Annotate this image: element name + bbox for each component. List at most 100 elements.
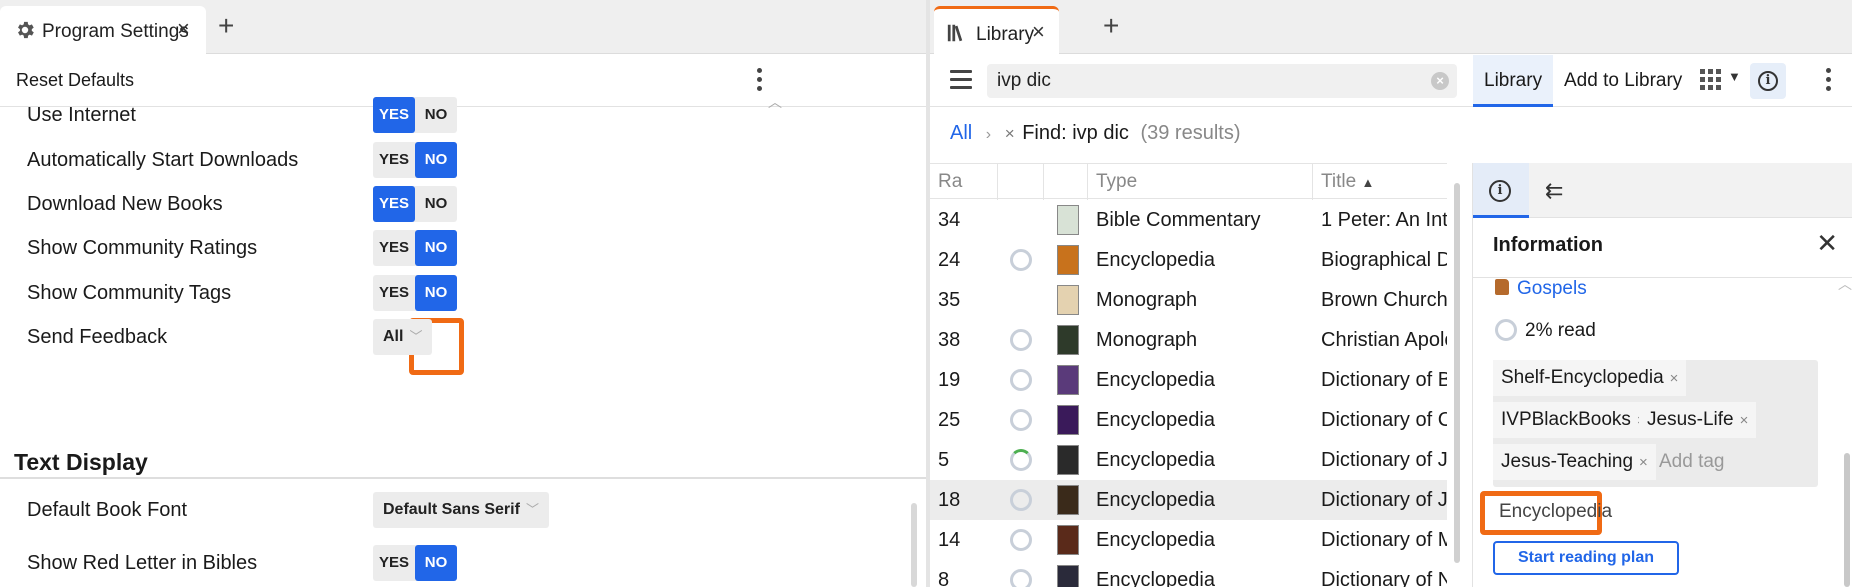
rank-cell: 5 (938, 449, 950, 471)
book-cover-thumbnail (1057, 365, 1079, 395)
setting-label: Send Feedback (27, 326, 168, 348)
yes-option[interactable]: YES (373, 186, 415, 222)
tab-title: Program Settings (42, 21, 189, 42)
close-tab-icon[interactable]: × (1032, 21, 1045, 43)
table-scrollbar[interactable] (1454, 183, 1460, 563)
grid-view-icon[interactable] (1700, 69, 1722, 91)
start-reading-plan-button[interactable]: Start reading plan (1493, 541, 1679, 575)
read-progress-ring-icon (1010, 489, 1032, 511)
yes-option[interactable]: YES (373, 275, 415, 311)
yes-option[interactable]: YES (373, 97, 415, 133)
remove-tag-icon[interactable]: × (1639, 454, 1648, 471)
table-row[interactable]: 35 Monograph Brown Church (930, 280, 1447, 320)
section-title: Text Display (14, 449, 148, 475)
table-row[interactable]: 5 Encyclopedia Dictionary of Je (930, 440, 1447, 480)
table-row[interactable]: 19 Encyclopedia Dictionary of Bi (930, 360, 1447, 400)
yes-no-toggle[interactable]: YES NO (373, 275, 457, 311)
search-box[interactable]: × (987, 64, 1457, 98)
yes-option[interactable]: YES (373, 545, 415, 581)
info-pane-scrollbar[interactable] (1844, 453, 1850, 587)
book-icon (1495, 279, 1509, 295)
tag-chip[interactable]: Jesus-Teaching × (1493, 444, 1656, 480)
tab-library[interactable]: Library × (934, 6, 1059, 54)
send-feedback-select[interactable]: All ﹀ (373, 319, 433, 355)
yes-option[interactable]: YES (373, 230, 415, 266)
scroll-up-arrow-icon[interactable]: ︿ (1838, 274, 1852, 294)
table-row[interactable]: 34 Bible Commentary 1 Peter: An Intro (930, 200, 1447, 240)
table-row[interactable]: 24 Encyclopedia Biographical Dict (930, 240, 1447, 280)
column-header-rating[interactable]: Ra (930, 164, 998, 200)
no-option[interactable]: NO (415, 275, 457, 311)
tag-editor[interactable]: Shelf-Encyclopedia× IVPBlackBooks× Jesus… (1493, 360, 1818, 487)
title-header-label: Title (1321, 171, 1357, 192)
table-row[interactable]: 14 Encyclopedia Dictionary of Mo (930, 520, 1447, 560)
rank-cell: 8 (938, 569, 950, 587)
tab-information[interactable]: i (1473, 163, 1529, 218)
read-progress-ring-icon (1010, 569, 1032, 587)
yes-no-toggle[interactable]: YES NO (373, 186, 457, 222)
tag-chip[interactable]: Shelf-Encyclopedia × (1493, 360, 1687, 396)
library-panel: Library × + × Library Add to Library ▼ i… (930, 0, 1852, 587)
column-header-title[interactable]: Title ▲ (1313, 164, 1447, 200)
result-count: (39 results) (1140, 122, 1241, 144)
no-option[interactable]: NO (415, 230, 457, 266)
kebab-menu-icon[interactable] (1826, 68, 1832, 94)
no-option[interactable]: NO (415, 142, 457, 178)
yes-no-toggle[interactable]: YES NO (373, 230, 457, 266)
library-toolbar: × Library Add to Library ▼ i (930, 55, 1852, 107)
no-option[interactable]: NO (415, 545, 457, 581)
new-tab-button[interactable]: + (1103, 12, 1119, 40)
chevron-down-icon[interactable]: ▼ (1728, 69, 1741, 84)
collection-label: Gospels (1517, 278, 1587, 299)
type-cell: Encyclopedia (1096, 249, 1215, 271)
title-cell: Dictionary of Je (1321, 489, 1447, 511)
yes-no-toggle[interactable]: YES NO (373, 545, 457, 581)
tag-chip[interactable]: Jesus-Life × (1639, 402, 1757, 438)
column-header-type[interactable]: Type (1088, 164, 1313, 200)
breadcrumb-all[interactable]: All (950, 122, 972, 144)
column-header-cover[interactable] (1044, 164, 1088, 200)
library-books-icon (947, 24, 963, 42)
reading-plan-icon[interactable]: ⇇ (1545, 178, 1563, 204)
title-cell: Dictionary of Ch (1321, 409, 1447, 431)
close-tab-icon[interactable]: × (177, 18, 190, 40)
yes-no-toggle[interactable]: YES NO (373, 142, 457, 178)
clear-search-icon[interactable]: × (1431, 72, 1449, 90)
no-option[interactable]: NO (415, 97, 457, 133)
new-tab-button[interactable]: + (218, 12, 234, 40)
read-progress-ring-icon (1010, 329, 1032, 351)
yes-no-toggle[interactable]: YES NO (373, 97, 457, 133)
table-row-selected[interactable]: 18 Encyclopedia Dictionary of Je (930, 480, 1447, 520)
yes-option[interactable]: YES (373, 142, 415, 178)
right-tab-strip: Library × + (930, 0, 1852, 54)
information-pane: i ⇇ Information ✕ ︿ Gospels 2% read Shel… (1472, 163, 1852, 587)
info-toggle-button[interactable]: i (1750, 63, 1786, 99)
search-input[interactable] (997, 64, 1417, 98)
kebab-menu-icon[interactable] (757, 68, 763, 94)
read-progress: 2% read (1495, 319, 1596, 342)
table-row[interactable]: 38 Monograph Christian Apolog (930, 320, 1447, 360)
collection-link[interactable]: Gospels (1495, 278, 1587, 300)
settings-scrollbar[interactable] (911, 503, 917, 587)
tab-library-view[interactable]: Library (1473, 55, 1554, 107)
rank-cell: 35 (938, 289, 961, 311)
rank-cell: 38 (938, 329, 961, 351)
book-cover-thumbnail (1057, 205, 1079, 235)
reset-defaults-button[interactable]: Reset Defaults (16, 70, 134, 91)
tag-chip[interactable]: IVPBlackBooks× (1493, 402, 1654, 438)
book-font-select[interactable]: Default Sans Serif ﹀ (373, 492, 549, 528)
column-header-progress[interactable] (998, 164, 1044, 200)
remove-filter-icon[interactable]: × (1005, 124, 1015, 143)
tab-add-to-library[interactable]: Add to Library (1564, 55, 1682, 107)
info-title: Information (1493, 234, 1603, 256)
remove-tag-icon[interactable]: × (1670, 370, 1679, 387)
tab-program-settings[interactable]: Program Settings × (0, 6, 206, 54)
table-row[interactable]: 25 Encyclopedia Dictionary of Ch (930, 400, 1447, 440)
no-option[interactable]: NO (415, 186, 457, 222)
remove-tag-icon[interactable]: × (1740, 412, 1749, 429)
hamburger-menu-icon[interactable] (950, 70, 972, 90)
add-tag-input[interactable]: Add tag (1659, 444, 1725, 480)
table-row[interactable]: 8 Encyclopedia Dictionary of Ne (930, 560, 1447, 587)
close-icon[interactable]: ✕ (1816, 228, 1838, 259)
tag-label: Jesus-Life (1647, 409, 1734, 430)
